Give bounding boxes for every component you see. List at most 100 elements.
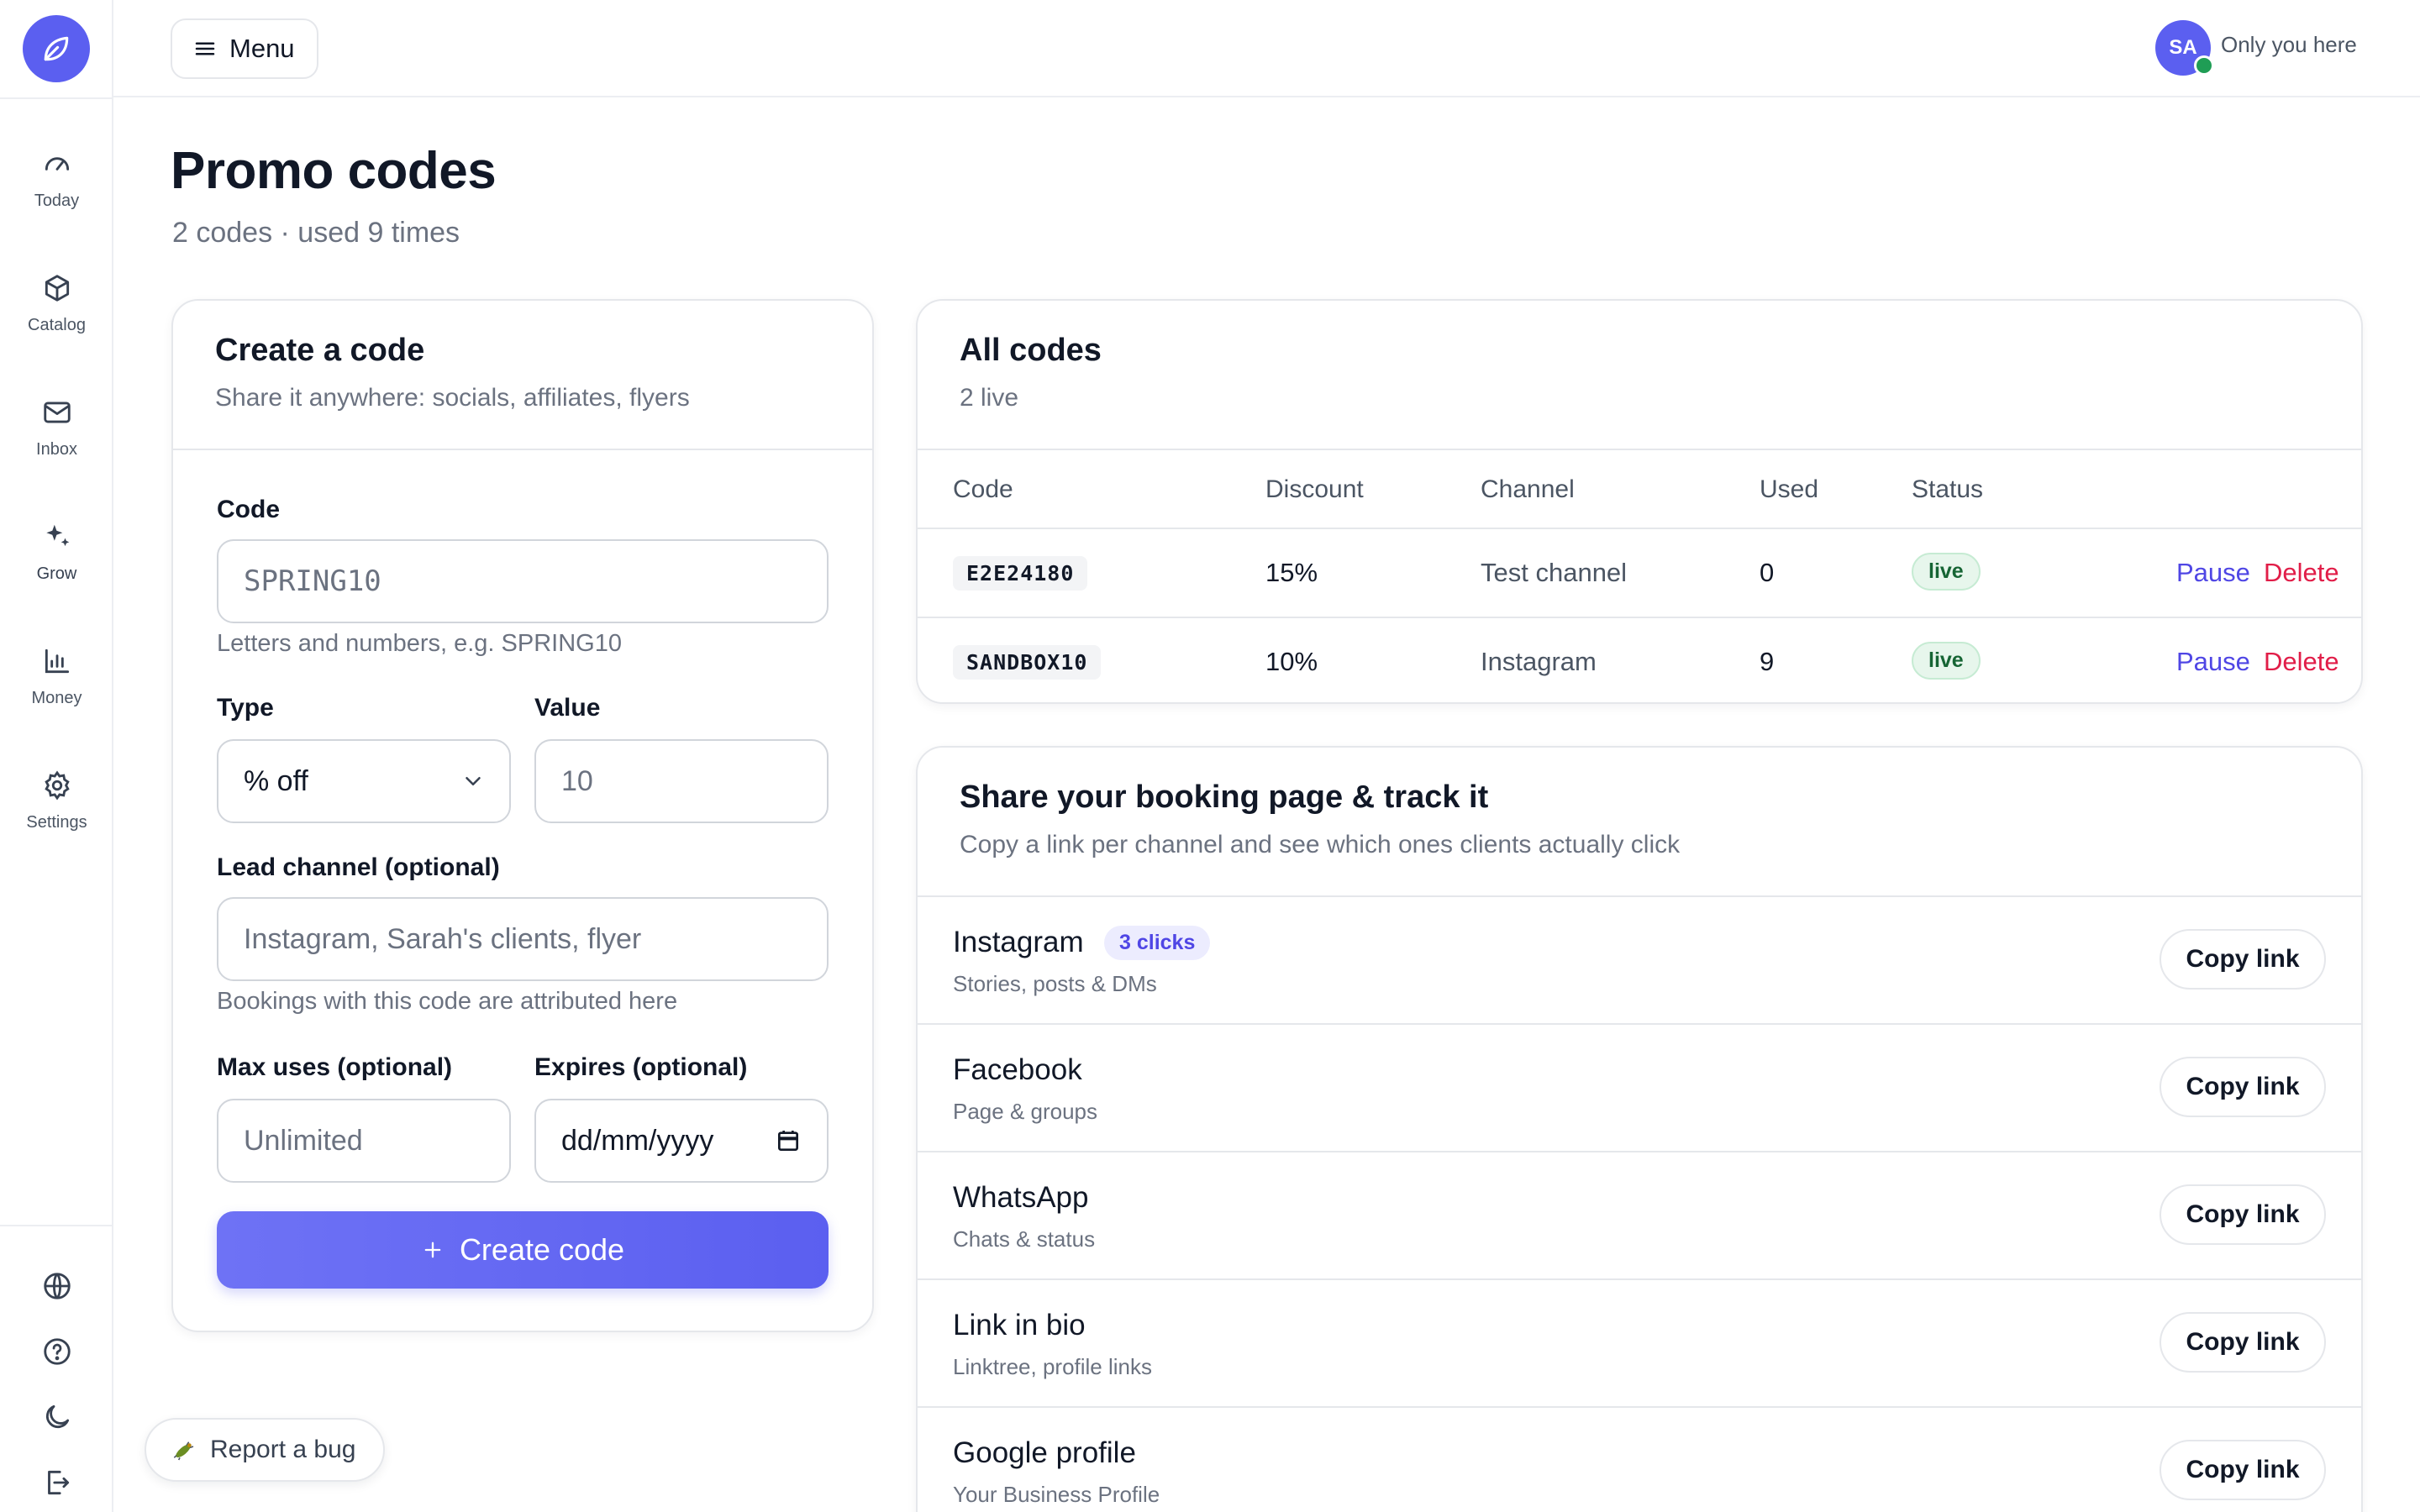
- delete-button[interactable]: Delete: [2264, 558, 2339, 588]
- table-header: Code Discount Channel Used Status: [918, 449, 2361, 529]
- create-code-card: Create a code Share it anywhere: socials…: [171, 299, 874, 1332]
- globe-icon[interactable]: [0, 1270, 113, 1302]
- used-cell: 0: [1760, 558, 1775, 587]
- nav-settings[interactable]: Settings: [0, 769, 113, 832]
- nav-inbox-label: Inbox: [36, 440, 77, 459]
- leaf-icon[interactable]: [22, 15, 90, 82]
- pause-button[interactable]: Pause: [2176, 558, 2250, 588]
- mail-icon: [43, 402, 71, 423]
- value-label: Value: [534, 694, 601, 722]
- channel-row-whatsapp: WhatsApp Chats & status Copy link: [918, 1151, 2361, 1278]
- expires-label: Expires (optional): [534, 1053, 748, 1081]
- code-chip: E2E24180: [953, 556, 1088, 591]
- share-card: Share your booking page & track it Copy …: [916, 746, 2363, 1512]
- col-status: Status: [1912, 475, 1984, 503]
- copy-link-button[interactable]: Copy link: [2160, 1057, 2326, 1117]
- help-icon[interactable]: [0, 1336, 113, 1368]
- expires-date-input[interactable]: dd/mm/yyyy: [534, 1099, 829, 1183]
- all-codes-header: All codes 2 live: [918, 301, 2361, 450]
- plus-icon: [424, 1242, 441, 1258]
- copy-link-button[interactable]: Copy link: [2160, 1184, 2326, 1245]
- channel-cell: Instagram: [1481, 647, 1597, 676]
- sidebar: Today Catalog Inbox Grow Money Settings: [0, 0, 113, 1512]
- discount-cell: 10%: [1265, 647, 1318, 676]
- box-icon: [45, 275, 69, 302]
- code-chip: SANDBOX10: [953, 645, 1102, 680]
- create-code-title: Create a code: [215, 333, 425, 368]
- channel-row-google-profile: Google profile Your Business Profile Cop…: [918, 1406, 2361, 1512]
- menu-button[interactable]: Menu: [171, 18, 318, 79]
- code-input[interactable]: SPRING10: [217, 539, 829, 623]
- logo-area: [0, 0, 112, 99]
- used-cell: 9: [1760, 647, 1775, 676]
- channel-row-facebook: Facebook Page & groups Copy link: [918, 1023, 2361, 1151]
- max-uses-input[interactable]: Unlimited: [217, 1099, 511, 1183]
- status-badge: live: [1912, 642, 1981, 680]
- channel-name: Facebook: [953, 1053, 1082, 1086]
- channel-desc: Chats & status: [953, 1226, 1096, 1252]
- page-subtitle: 2 codes · used 9 times: [172, 217, 460, 249]
- lead-channel-input[interactable]: Instagram, Sarah's clients, flyer: [217, 897, 829, 981]
- lead-channel-hint: Bookings with this code are attributed h…: [217, 988, 678, 1015]
- type-select-value: % off: [244, 764, 308, 797]
- nav-grow-label: Grow: [36, 564, 77, 583]
- report-bug-button[interactable]: Report a bug: [145, 1418, 385, 1482]
- table-row: SANDBOX10 10% Instagram 9 live Pause Del…: [918, 617, 2361, 702]
- nav-today[interactable]: Today: [0, 148, 113, 211]
- channel-cell: Test channel: [1481, 558, 1628, 587]
- nav-inbox[interactable]: Inbox: [0, 396, 113, 459]
- online-status-dot: [2194, 55, 2214, 76]
- channel-desc: Stories, posts & DMs: [953, 971, 1157, 996]
- user-label: Only you here: [2221, 32, 2357, 57]
- bar-chart-icon: [45, 648, 69, 674]
- chevron-down-icon: [466, 777, 481, 785]
- logout-icon[interactable]: [0, 1467, 113, 1499]
- delete-button[interactable]: Delete: [2264, 647, 2339, 677]
- channel-name: WhatsApp: [953, 1181, 1089, 1214]
- copy-link-button[interactable]: Copy link: [2160, 929, 2326, 990]
- create-code-label: Create code: [459, 1232, 625, 1267]
- clicks-badge: 3 clicks: [1104, 926, 1211, 960]
- value-input[interactable]: 10: [534, 739, 829, 823]
- all-codes-title: All codes: [960, 333, 1102, 368]
- nav-money[interactable]: Money: [0, 645, 113, 708]
- sparkles-icon: [45, 524, 69, 547]
- col-code: Code: [953, 475, 1013, 503]
- calendar-icon: [778, 1131, 798, 1151]
- copy-link-button[interactable]: Copy link: [2160, 1312, 2326, 1373]
- type-select[interactable]: % off: [217, 739, 511, 823]
- create-code-button[interactable]: Create code: [217, 1211, 829, 1289]
- share-header: Share your booking page & track it Copy …: [918, 748, 2361, 897]
- bug-icon: [173, 1441, 194, 1461]
- channel-name: Instagram: [953, 926, 1084, 958]
- channel-desc: Your Business Profile: [953, 1482, 1160, 1507]
- col-channel: Channel: [1481, 475, 1575, 503]
- sidebar-bottom: [0, 1225, 113, 1512]
- nav-catalog-label: Catalog: [28, 316, 86, 334]
- share-title: Share your booking page & track it: [960, 780, 1489, 815]
- topbar: Menu SA Only you here: [113, 0, 2420, 97]
- share-subtitle: Copy a link per channel and see which on…: [960, 831, 1681, 858]
- nav-money-label: Money: [31, 689, 82, 707]
- col-discount: Discount: [1265, 475, 1364, 503]
- nav-catalog[interactable]: Catalog: [0, 272, 113, 335]
- moon-icon[interactable]: [0, 1401, 113, 1433]
- code-hint: Letters and numbers, e.g. SPRING10: [217, 630, 622, 657]
- table-row: E2E24180 15% Test channel 0 live Pause D…: [918, 529, 2361, 617]
- channel-row-link-in-bio: Link in bio Linktree, profile links Copy…: [918, 1278, 2361, 1406]
- all-codes-card: All codes 2 live Code Discount Channel U…: [916, 299, 2363, 704]
- expires-placeholder: dd/mm/yyyy: [561, 1124, 714, 1157]
- status-badge: live: [1912, 553, 1981, 591]
- max-uses-label: Max uses (optional): [217, 1053, 453, 1081]
- page-title: Promo codes: [171, 142, 497, 200]
- col-used: Used: [1760, 475, 1819, 503]
- channel-row-instagram: Instagram 3 clicks Stories, posts & DMs …: [918, 895, 2361, 1023]
- hamburger-icon: [195, 42, 215, 55]
- pause-button[interactable]: Pause: [2176, 647, 2250, 677]
- copy-link-button[interactable]: Copy link: [2160, 1440, 2326, 1500]
- discount-cell: 15%: [1265, 558, 1318, 587]
- channel-name: Link in bio: [953, 1309, 1086, 1341]
- nav-grow[interactable]: Grow: [0, 521, 113, 584]
- gear-icon: [44, 770, 70, 801]
- create-code-header: Create a code Share it anywhere: socials…: [173, 301, 872, 450]
